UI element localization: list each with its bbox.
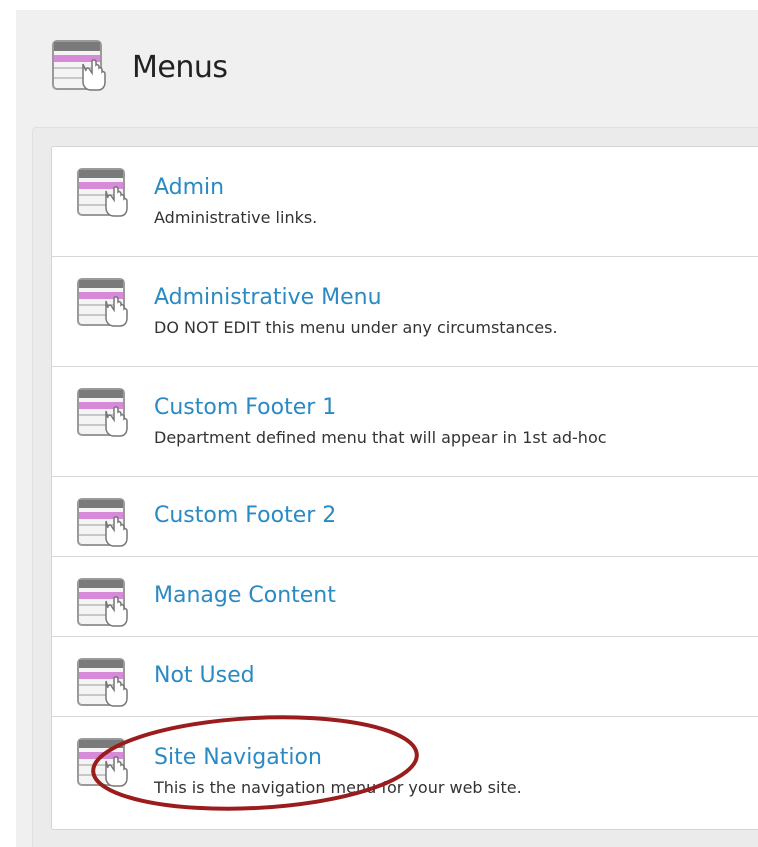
page-header: Menus — [50, 37, 228, 97]
menu-icon — [76, 277, 130, 331]
menu-item-not-used: Not Used — [52, 637, 758, 717]
menu-item-admin: Admin Administrative links. — [52, 147, 758, 257]
menu-item-custom-footer-2: Custom Footer 2 — [52, 477, 758, 557]
menu-description: This is the navigation menu for your web… — [154, 778, 522, 797]
menu-item-custom-footer-1: Custom Footer 1 Department defined menu … — [52, 367, 758, 477]
menu-icon — [76, 577, 130, 631]
page: Menus Admin Administrative links. Admini… — [0, 0, 758, 847]
menu-link-site-navigation[interactable]: Site Navigation — [154, 747, 758, 769]
menu-item-administrative-menu: Administrative Menu DO NOT EDIT this men… — [52, 257, 758, 367]
menu-link-not-used[interactable]: Not Used — [154, 665, 758, 687]
menu-description: DO NOT EDIT this menu under any circumst… — [154, 318, 558, 337]
page-title: Menus — [132, 49, 228, 85]
menu-item-manage-content: Manage Content — [52, 557, 758, 637]
menu-description: Administrative links. — [154, 208, 318, 227]
menu-description: Department defined menu that will appear… — [154, 428, 607, 447]
menu-link-admin[interactable]: Admin — [154, 177, 758, 199]
menu-icon — [76, 387, 130, 441]
menu-icon — [76, 737, 130, 791]
menu-icon — [50, 38, 108, 96]
menu-icon — [76, 167, 130, 221]
menu-link-custom-footer-1[interactable]: Custom Footer 1 — [154, 397, 758, 419]
menu-item-site-navigation: Site Navigation This is the navigation m… — [52, 717, 758, 829]
menu-list: Admin Administrative links. Administrati… — [51, 146, 758, 830]
menu-link-manage-content[interactable]: Manage Content — [154, 585, 758, 607]
menu-link-custom-footer-2[interactable]: Custom Footer 2 — [154, 505, 758, 527]
menu-icon — [76, 497, 130, 551]
menu-link-administrative-menu[interactable]: Administrative Menu — [154, 287, 758, 309]
menu-icon — [76, 657, 130, 711]
